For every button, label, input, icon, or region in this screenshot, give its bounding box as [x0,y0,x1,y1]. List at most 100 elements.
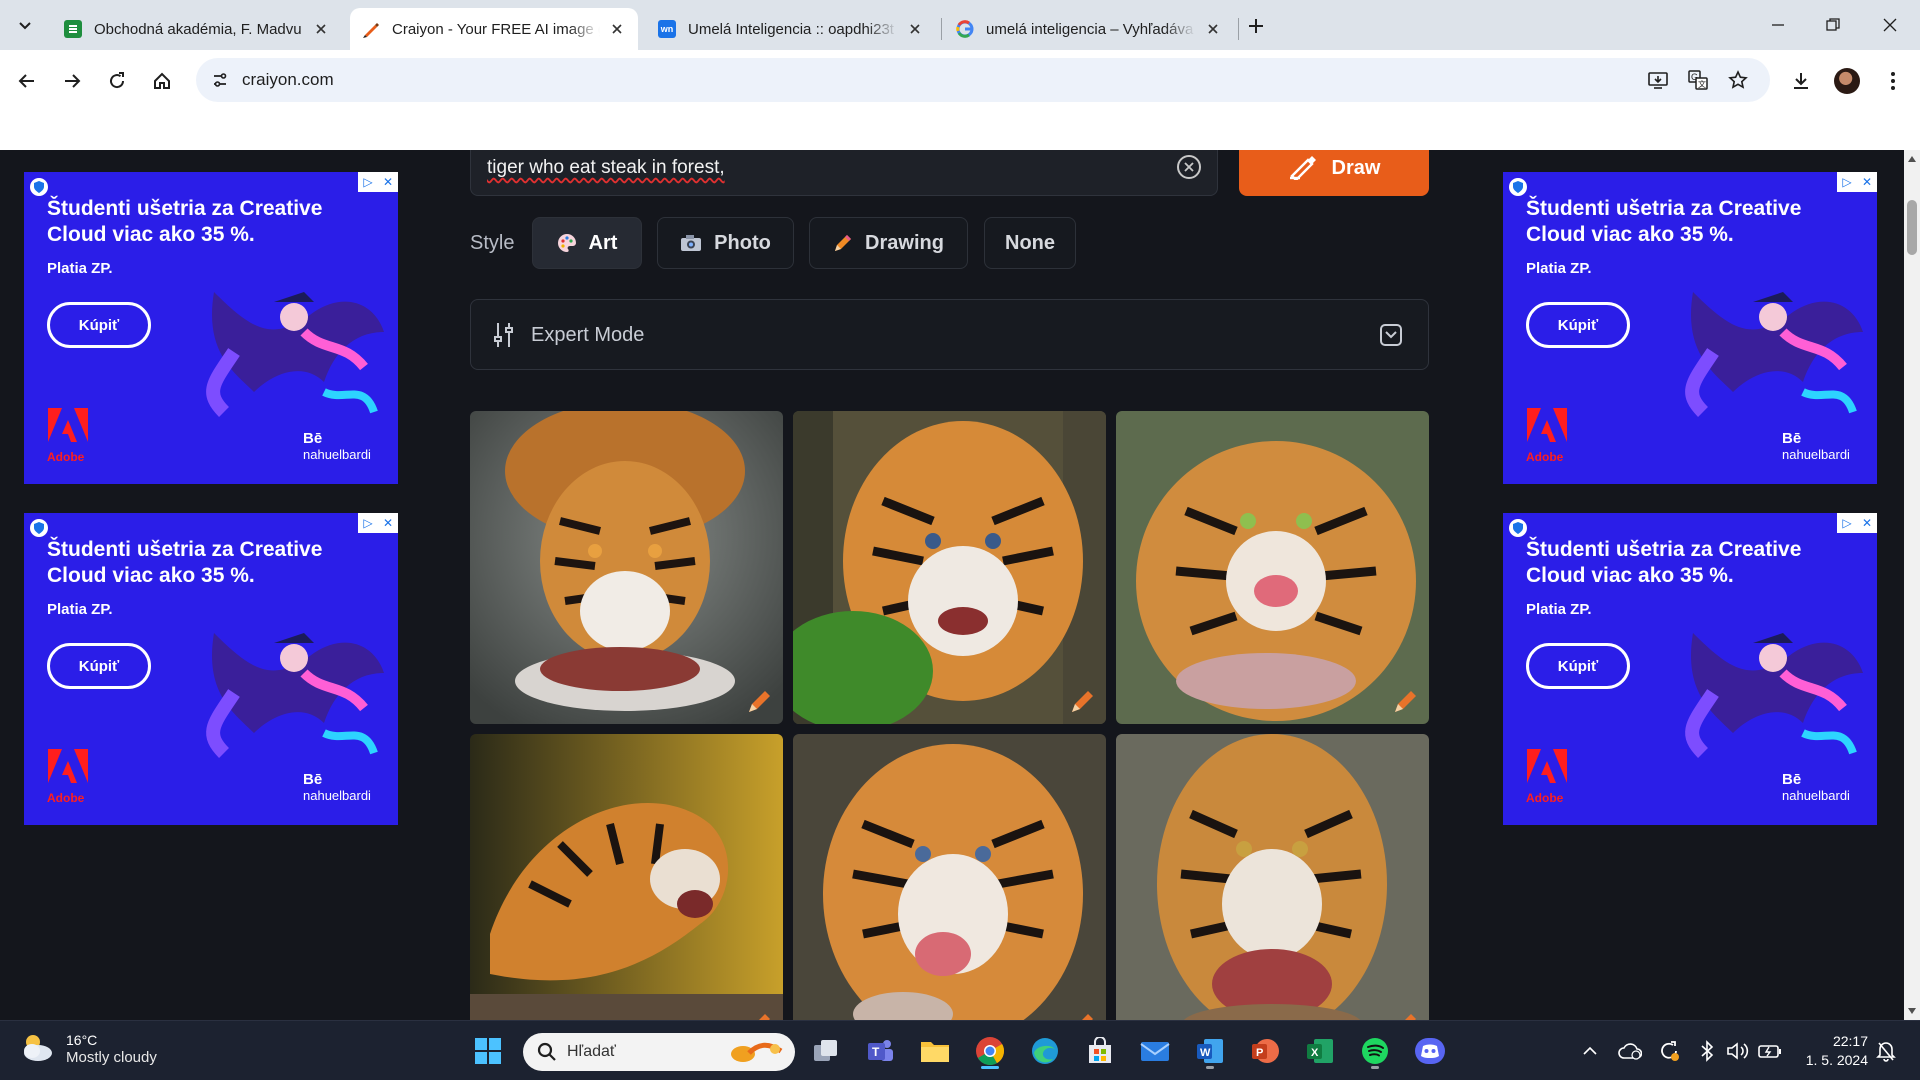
adobe-ad-left-bottom[interactable]: ▷ ✕ Študenti ušetria za Creative Cloud vi… [24,513,398,825]
notifications-icon[interactable] [1874,1039,1898,1063]
style-photo-button[interactable]: Photo [657,217,794,269]
menu-button[interactable] [1876,64,1910,98]
translate-icon[interactable]: G文 [1684,66,1712,94]
draw-button[interactable]: Draw [1239,150,1429,196]
style-drawing-button[interactable]: Drawing [809,217,968,269]
home-button[interactable] [145,64,179,98]
close-ad-icon[interactable]: ✕ [378,513,398,533]
tiger-image-4[interactable] [470,734,783,1020]
edit-pencil-icon[interactable] [1070,688,1096,714]
page-scrollbar[interactable] [1904,150,1920,1020]
bluetooth-icon[interactable] [1695,1039,1719,1063]
prompt-text[interactable]: tiger who eat steak in forest, [487,157,725,179]
close-ad-icon[interactable]: ✕ [378,172,398,192]
install-app-icon[interactable] [1644,66,1672,94]
chrome-button[interactable] [970,1031,1010,1071]
onedrive-icon[interactable] [1618,1039,1642,1063]
close-ad-icon[interactable]: ✕ [1857,513,1877,533]
tab-craiyon[interactable]: Craiyon - Your FREE AI image g [350,8,638,50]
store-button[interactable] [1080,1031,1120,1071]
excel-button[interactable]: X [1300,1031,1340,1071]
privacy-shield-icon[interactable] [1509,178,1527,196]
start-button[interactable] [468,1031,508,1071]
file-explorer-button[interactable] [915,1031,955,1071]
minimize-button[interactable] [1758,10,1798,40]
adchoices-box[interactable]: ▷ ✕ [1837,172,1877,192]
close-icon[interactable] [608,20,626,38]
ad-buy-button[interactable]: Kúpiť [1526,643,1630,689]
edit-pencil-icon[interactable] [747,688,773,714]
volume-icon[interactable] [1726,1039,1750,1063]
close-icon[interactable] [312,20,330,38]
tab-obchodna[interactable]: Obchodná akadémia, F. Madvu [52,8,342,50]
system-clock[interactable]: 22:17 1. 5. 2024 [1798,1032,1868,1070]
sync-icon[interactable] [1657,1039,1681,1063]
ad-subtext: Platia ZP. [47,260,113,277]
adobe-ad-right-top[interactable]: ▷ ✕ Študenti ušetria za Creative Cloud vi… [1503,172,1877,484]
weather-widget[interactable]: 16°C Mostly cloudy [20,1031,157,1067]
style-none-button[interactable]: None [984,217,1076,269]
site-info-icon[interactable] [206,66,234,94]
powerpoint-button[interactable]: P [1245,1031,1285,1071]
edit-pencil-icon[interactable] [1070,1011,1096,1020]
close-icon[interactable] [906,20,924,38]
edit-pencil-icon[interactable] [1393,1011,1419,1020]
adobe-ad-left-top[interactable]: ▷ ✕ Študenti ušetria za Creative Cloud vi… [24,172,398,484]
tab-search-button[interactable] [10,10,40,40]
adchoices-box[interactable]: ▷ ✕ [1837,513,1877,533]
spotify-button[interactable] [1355,1031,1395,1071]
adchoices-icon[interactable]: ▷ [1837,172,1857,192]
expert-mode-toggle[interactable]: Expert Mode [470,299,1429,370]
tiger-image-2[interactable] [793,411,1106,724]
url-text[interactable]: craiyon.com [242,70,334,90]
address-bar[interactable]: craiyon.com G文 [196,58,1770,102]
teams-button[interactable]: T [860,1031,900,1071]
tiger-image-6[interactable] [1116,734,1429,1020]
chevron-down-icon[interactable] [1380,324,1402,346]
downloads-button[interactable] [1784,64,1818,98]
close-icon[interactable] [1204,20,1222,38]
word-button[interactable]: W [1190,1031,1230,1071]
edit-pencil-icon[interactable] [747,1011,773,1020]
edge-button[interactable] [1025,1031,1065,1071]
back-button[interactable] [10,64,44,98]
ad-buy-button[interactable]: Kúpiť [47,302,151,348]
adchoices-icon[interactable]: ▷ [358,172,378,192]
privacy-shield-icon[interactable] [1509,519,1527,537]
new-tab-button[interactable] [1242,12,1270,40]
bookmark-star-icon[interactable] [1724,66,1752,94]
scroll-down-icon[interactable] [1908,1008,1916,1014]
prompt-input[interactable]: tiger who eat steak in forest, [470,150,1218,196]
close-window-button[interactable] [1870,10,1910,40]
tiger-image-1[interactable] [470,411,783,724]
adchoices-icon[interactable]: ▷ [358,513,378,533]
show-hidden-icons-button[interactable] [1578,1039,1602,1063]
style-art-button[interactable]: Art [532,217,642,269]
battery-icon[interactable] [1758,1039,1782,1063]
profile-button[interactable] [1830,64,1864,98]
scroll-thumb[interactable] [1907,200,1917,255]
privacy-shield-icon[interactable] [30,519,48,537]
adchoices-box[interactable]: ▷ ✕ [358,172,398,192]
tab-google-search[interactable]: umelá inteligencia – Vyhľadáva [944,8,1234,50]
ad-buy-button[interactable]: Kúpiť [47,643,151,689]
restore-button[interactable] [1813,10,1853,40]
tiger-image-3[interactable] [1116,411,1429,724]
task-view-button[interactable] [806,1031,846,1071]
scroll-up-icon[interactable] [1908,156,1916,162]
edit-pencil-icon[interactable] [1393,688,1419,714]
forward-button[interactable] [55,64,89,98]
tiger-image-5[interactable] [793,734,1106,1020]
adchoices-icon[interactable]: ▷ [1837,513,1857,533]
discord-button[interactable] [1410,1031,1450,1071]
adobe-ad-right-bottom[interactable]: ▷ ✕ Študenti ušetria za Creative Cloud vi… [1503,513,1877,825]
taskbar-search-input[interactable]: Hľadať [523,1033,795,1071]
tab-umela-inteligencia[interactable]: wn Umelá Inteligencia :: oapdhi23t [646,8,936,50]
clear-prompt-icon[interactable] [1177,155,1201,179]
reload-button[interactable] [100,64,134,98]
close-ad-icon[interactable]: ✕ [1857,172,1877,192]
mail-button[interactable] [1135,1031,1175,1071]
privacy-shield-icon[interactable] [30,178,48,196]
adchoices-box[interactable]: ▷ ✕ [358,513,398,533]
ad-buy-button[interactable]: Kúpiť [1526,302,1630,348]
